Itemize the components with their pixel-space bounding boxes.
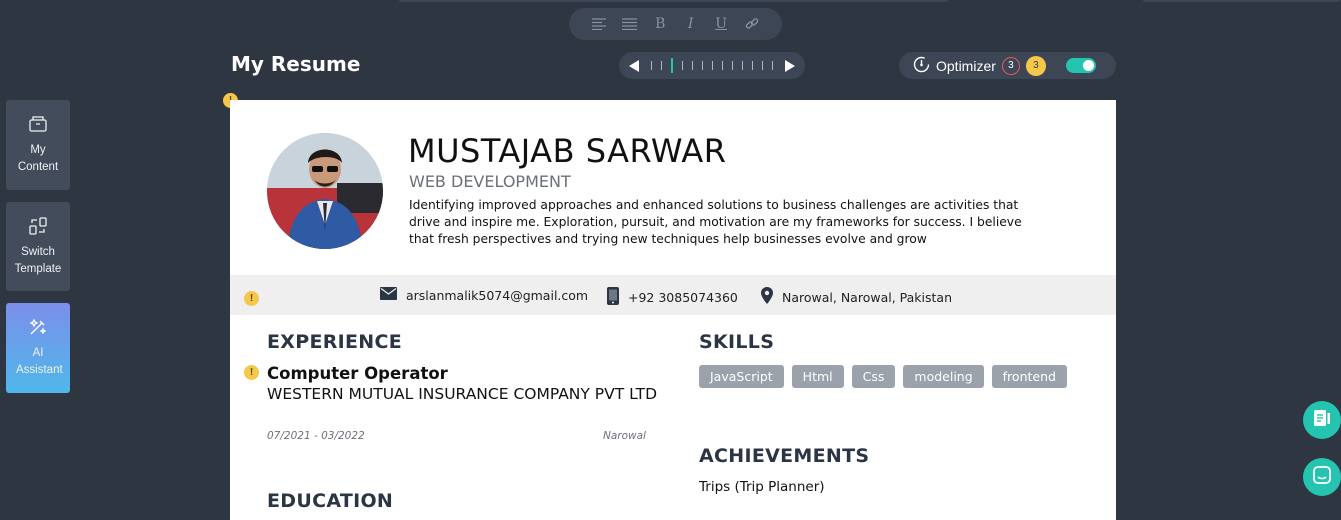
skill-tag[interactable]: Css — [851, 365, 896, 388]
slider-tick — [661, 61, 662, 70]
format-toolbar: B I U — [569, 8, 782, 40]
contact-phone-text: +92 3085074360 — [628, 290, 738, 305]
sidebar-item-my-content[interactable]: My Content — [6, 100, 70, 190]
contact-location-text: Narowal, Narowal, Pakistan — [782, 289, 952, 305]
slider-ticks[interactable] — [645, 58, 779, 73]
optimizer-toggle[interactable] — [1065, 58, 1096, 73]
sidebar-item-label: Switch Template — [14, 246, 62, 275]
resume-document[interactable]: MUSTAJAB SARWAR WEB DEVELOPMENT Identify… — [230, 100, 1116, 520]
underline-icon[interactable]: U — [711, 14, 731, 34]
slider-tick — [772, 61, 773, 70]
slider-tick — [722, 61, 723, 70]
achievement-item[interactable]: Trips (Trip Planner) — [699, 479, 825, 495]
job-title[interactable]: Computer Operator — [267, 364, 448, 383]
italic-icon[interactable]: I — [681, 14, 701, 34]
skills-list: JavaScript Html Css modeling frontend — [699, 365, 1067, 388]
skill-tag[interactable]: modeling — [903, 365, 984, 388]
link-icon[interactable] — [742, 14, 762, 34]
ai-assistant-icon — [28, 317, 48, 337]
experience-heading[interactable]: EXPERIENCE — [267, 331, 402, 353]
contact-location[interactable]: Narowal, Narowal, Pakistan — [761, 287, 952, 307]
slider-tick — [702, 61, 703, 70]
slider-right-arrow-icon[interactable] — [785, 59, 795, 72]
align-left-icon[interactable] — [589, 14, 609, 34]
contact-email[interactable]: arslanmalik5074@gmail.com — [380, 287, 588, 303]
slider-tick — [692, 61, 693, 70]
optimizer-issues-badge[interactable]: 3 — [1001, 56, 1020, 75]
optimizer-label: Optimizer — [936, 57, 996, 74]
slider-tick — [712, 61, 713, 70]
location-pin-icon — [761, 287, 773, 307]
slider-left-arrow-icon[interactable] — [629, 59, 639, 72]
profile-photo[interactable] — [267, 133, 383, 249]
resume-name[interactable]: MUSTAJAB SARWAR — [408, 132, 726, 170]
top-bar-fragment-left — [398, 0, 950, 2]
slider-tick — [682, 61, 683, 70]
optimizer-gauge-icon — [913, 56, 930, 76]
phone-icon — [607, 287, 619, 308]
align-justify-icon[interactable] — [620, 14, 640, 34]
sidebar-item-switch-template[interactable]: Switch Template — [6, 202, 70, 291]
warning-icon[interactable]: ! — [244, 365, 259, 380]
document-icon — [1312, 408, 1332, 433]
slider-tick — [752, 61, 753, 70]
resume-role[interactable]: WEB DEVELOPMENT — [409, 172, 571, 191]
page-title: My Resume — [231, 52, 361, 76]
slider-tick — [762, 61, 763, 70]
top-bar-fragment-right — [1142, 0, 1341, 2]
achievements-heading[interactable]: ACHIEVEMENTS — [699, 445, 869, 467]
sidebar-item-label: My Content — [17, 144, 59, 173]
job-company[interactable]: WESTERN MUTUAL INSURANCE COMPANY PVT LTD — [267, 385, 667, 404]
optimizer-warnings-badge[interactable]: 3 — [1025, 55, 1046, 76]
education-heading[interactable]: EDUCATION — [267, 490, 393, 512]
contact-phone[interactable]: +92 3085074360 — [607, 287, 738, 308]
warning-icon[interactable]: ! — [244, 291, 259, 306]
bold-icon[interactable]: B — [650, 14, 670, 34]
resume-summary[interactable]: Identifying improved approaches and enha… — [409, 197, 1039, 248]
document-review-button[interactable] — [1303, 401, 1341, 439]
folder-icon — [28, 114, 48, 134]
chat-support-button[interactable] — [1303, 458, 1341, 496]
slider-tick-active[interactable] — [671, 58, 673, 73]
skills-heading[interactable]: SKILLS — [699, 331, 774, 353]
email-icon — [380, 287, 397, 303]
spacing-slider[interactable] — [619, 52, 805, 79]
optimizer-control[interactable]: Optimizer 3 3 — [899, 52, 1116, 79]
skill-tag[interactable]: Html — [791, 365, 844, 388]
slider-tick — [651, 61, 652, 70]
contact-email-text: arslanmalik5074@gmail.com — [406, 287, 589, 303]
job-location[interactable]: Narowal — [603, 430, 646, 442]
slider-tick — [732, 61, 733, 70]
switch-template-icon — [28, 216, 48, 236]
job-dates[interactable]: 07/2021 - 03/2022 — [267, 430, 365, 442]
slider-tick — [742, 61, 743, 70]
sidebar-item-label: AI Assistant — [16, 347, 63, 376]
sidebar-item-ai-assistant[interactable]: AI Assistant — [6, 303, 70, 393]
contact-bar: ! arslanmalik5074@gmail.com +92 30850743… — [230, 275, 1116, 315]
chat-icon — [1312, 465, 1332, 490]
skill-tag[interactable]: frontend — [991, 365, 1067, 388]
skill-tag[interactable]: JavaScript — [699, 365, 784, 388]
